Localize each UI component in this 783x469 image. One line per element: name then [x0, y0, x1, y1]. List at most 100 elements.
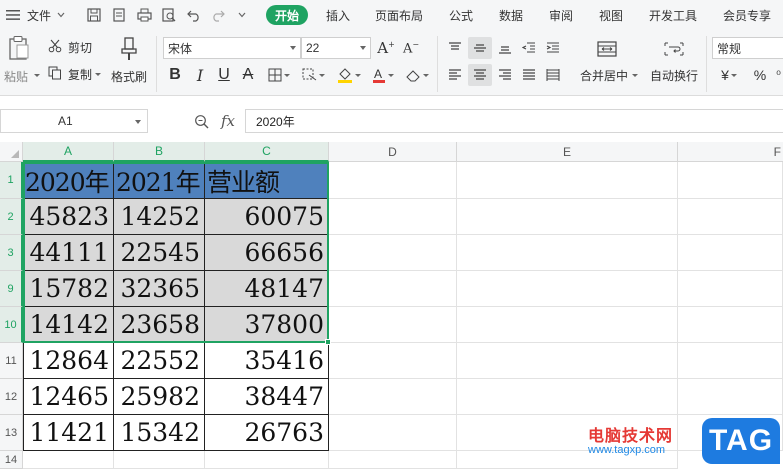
- tab-insert[interactable]: 插入: [326, 0, 350, 30]
- empty-cell[interactable]: [329, 235, 457, 271]
- table-cell[interactable]: 12864: [23, 343, 114, 379]
- row-header[interactable]: 13: [0, 415, 23, 451]
- column-header-c[interactable]: C: [205, 142, 329, 162]
- function-icon[interactable]: fx: [217, 111, 239, 131]
- decrease-indent-icon[interactable]: [518, 37, 540, 59]
- redo-icon[interactable]: [210, 7, 226, 23]
- table-header-cell[interactable]: 2020年: [23, 162, 114, 199]
- empty-cell[interactable]: [329, 451, 457, 469]
- table-header-cell[interactable]: 营业额: [205, 162, 329, 199]
- table-cell[interactable]: 25982: [114, 379, 205, 415]
- merge-center-button[interactable]: 合并居中: [580, 67, 628, 84]
- align-middle-icon[interactable]: [468, 37, 492, 59]
- tab-member[interactable]: 会员专享: [723, 0, 771, 30]
- empty-cell[interactable]: [329, 343, 457, 379]
- strikethrough-icon[interactable]: A: [238, 64, 258, 86]
- table-cell[interactable]: 23658: [114, 307, 205, 343]
- align-center-icon[interactable]: [468, 64, 492, 86]
- row-header[interactable]: 14: [0, 451, 23, 469]
- fill-color-icon[interactable]: [333, 64, 365, 86]
- tab-review[interactable]: 审阅: [549, 0, 573, 30]
- table-cell[interactable]: 60075: [205, 199, 329, 235]
- table-cell[interactable]: 11421: [23, 415, 114, 451]
- empty-cell[interactable]: [678, 235, 783, 271]
- empty-cell[interactable]: [457, 162, 678, 199]
- currency-button[interactable]: ¥: [716, 64, 742, 86]
- font-name-select[interactable]: 宋体: [163, 37, 301, 59]
- empty-cell[interactable]: [329, 415, 457, 451]
- empty-cell[interactable]: [114, 451, 205, 469]
- underline-icon[interactable]: U: [214, 64, 234, 86]
- print-preview-icon[interactable]: [161, 7, 177, 23]
- empty-cell[interactable]: [678, 162, 783, 199]
- distributed-align-icon[interactable]: [542, 64, 564, 86]
- table-cell[interactable]: 26763: [205, 415, 329, 451]
- table-cell[interactable]: 66656: [205, 235, 329, 271]
- column-header-f[interactable]: F: [678, 142, 783, 162]
- align-right-icon[interactable]: [494, 64, 516, 86]
- export-pdf-icon[interactable]: [111, 7, 127, 23]
- font-color-icon[interactable]: A: [367, 64, 399, 86]
- empty-cell[interactable]: [457, 235, 678, 271]
- table-cell[interactable]: 38447: [205, 379, 329, 415]
- empty-cell[interactable]: [23, 451, 114, 469]
- column-header-a[interactable]: A: [23, 142, 114, 162]
- name-box[interactable]: A1: [0, 109, 148, 133]
- decrease-font-icon[interactable]: A−: [401, 38, 421, 58]
- row-header[interactable]: 11: [0, 343, 23, 379]
- chevron-down-icon[interactable]: [32, 71, 40, 79]
- eraser-icon[interactable]: [402, 64, 432, 86]
- table-cell[interactable]: 15342: [114, 415, 205, 451]
- empty-cell[interactable]: [678, 379, 783, 415]
- bold-icon[interactable]: B: [165, 64, 185, 86]
- align-top-icon[interactable]: [444, 37, 466, 59]
- row-header[interactable]: 3: [0, 235, 23, 271]
- tab-data[interactable]: 数据: [499, 0, 523, 30]
- cell-style-icon[interactable]: [298, 64, 328, 86]
- table-cell[interactable]: 45823: [23, 199, 114, 235]
- cut-button[interactable]: 剪切: [68, 39, 92, 56]
- empty-cell[interactable]: [329, 199, 457, 235]
- empty-cell[interactable]: [329, 162, 457, 199]
- file-menu[interactable]: 文件: [27, 0, 65, 30]
- copy-icon[interactable]: [47, 65, 63, 81]
- increase-font-icon[interactable]: A+: [376, 38, 396, 58]
- tab-formulas[interactable]: 公式: [449, 0, 473, 30]
- wrap-text-icon[interactable]: [661, 38, 687, 60]
- table-cell[interactable]: 14142: [23, 307, 114, 343]
- table-cell[interactable]: 15782: [23, 271, 114, 307]
- chevron-down-icon[interactable]: [234, 7, 250, 23]
- table-cell[interactable]: 14252: [114, 199, 205, 235]
- format-painter-icon[interactable]: [117, 36, 141, 62]
- tab-view[interactable]: 视图: [599, 0, 623, 30]
- zoom-icon[interactable]: [192, 112, 210, 130]
- row-header[interactable]: 12: [0, 379, 23, 415]
- italic-icon[interactable]: I: [190, 64, 210, 86]
- empty-cell[interactable]: [457, 199, 678, 235]
- empty-cell[interactable]: [329, 379, 457, 415]
- paste-button[interactable]: 粘贴: [4, 68, 28, 85]
- tab-page-layout[interactable]: 页面布局: [375, 0, 423, 30]
- justify-icon[interactable]: [518, 64, 540, 86]
- table-cell[interactable]: 35416: [205, 343, 329, 379]
- table-cell[interactable]: 12465: [23, 379, 114, 415]
- percent-button[interactable]: %: [750, 64, 770, 86]
- align-left-icon[interactable]: [444, 64, 466, 86]
- empty-cell[interactable]: [329, 307, 457, 343]
- empty-cell[interactable]: [678, 307, 783, 343]
- row-header[interactable]: 2: [0, 199, 23, 235]
- empty-cell[interactable]: [457, 271, 678, 307]
- table-cell[interactable]: 48147: [205, 271, 329, 307]
- increase-indent-icon[interactable]: [542, 37, 564, 59]
- column-header-e[interactable]: E: [457, 142, 678, 162]
- chevron-down-icon[interactable]: [93, 70, 101, 78]
- column-header-d[interactable]: D: [329, 142, 457, 162]
- font-size-select[interactable]: 22: [301, 37, 371, 59]
- align-bottom-icon[interactable]: [494, 37, 516, 59]
- row-header[interactable]: 10: [0, 307, 23, 343]
- empty-cell[interactable]: [329, 271, 457, 307]
- empty-cell[interactable]: [457, 343, 678, 379]
- column-header-b[interactable]: B: [114, 142, 205, 162]
- table-cell[interactable]: 22545: [114, 235, 205, 271]
- formula-input[interactable]: 2020年: [245, 109, 783, 133]
